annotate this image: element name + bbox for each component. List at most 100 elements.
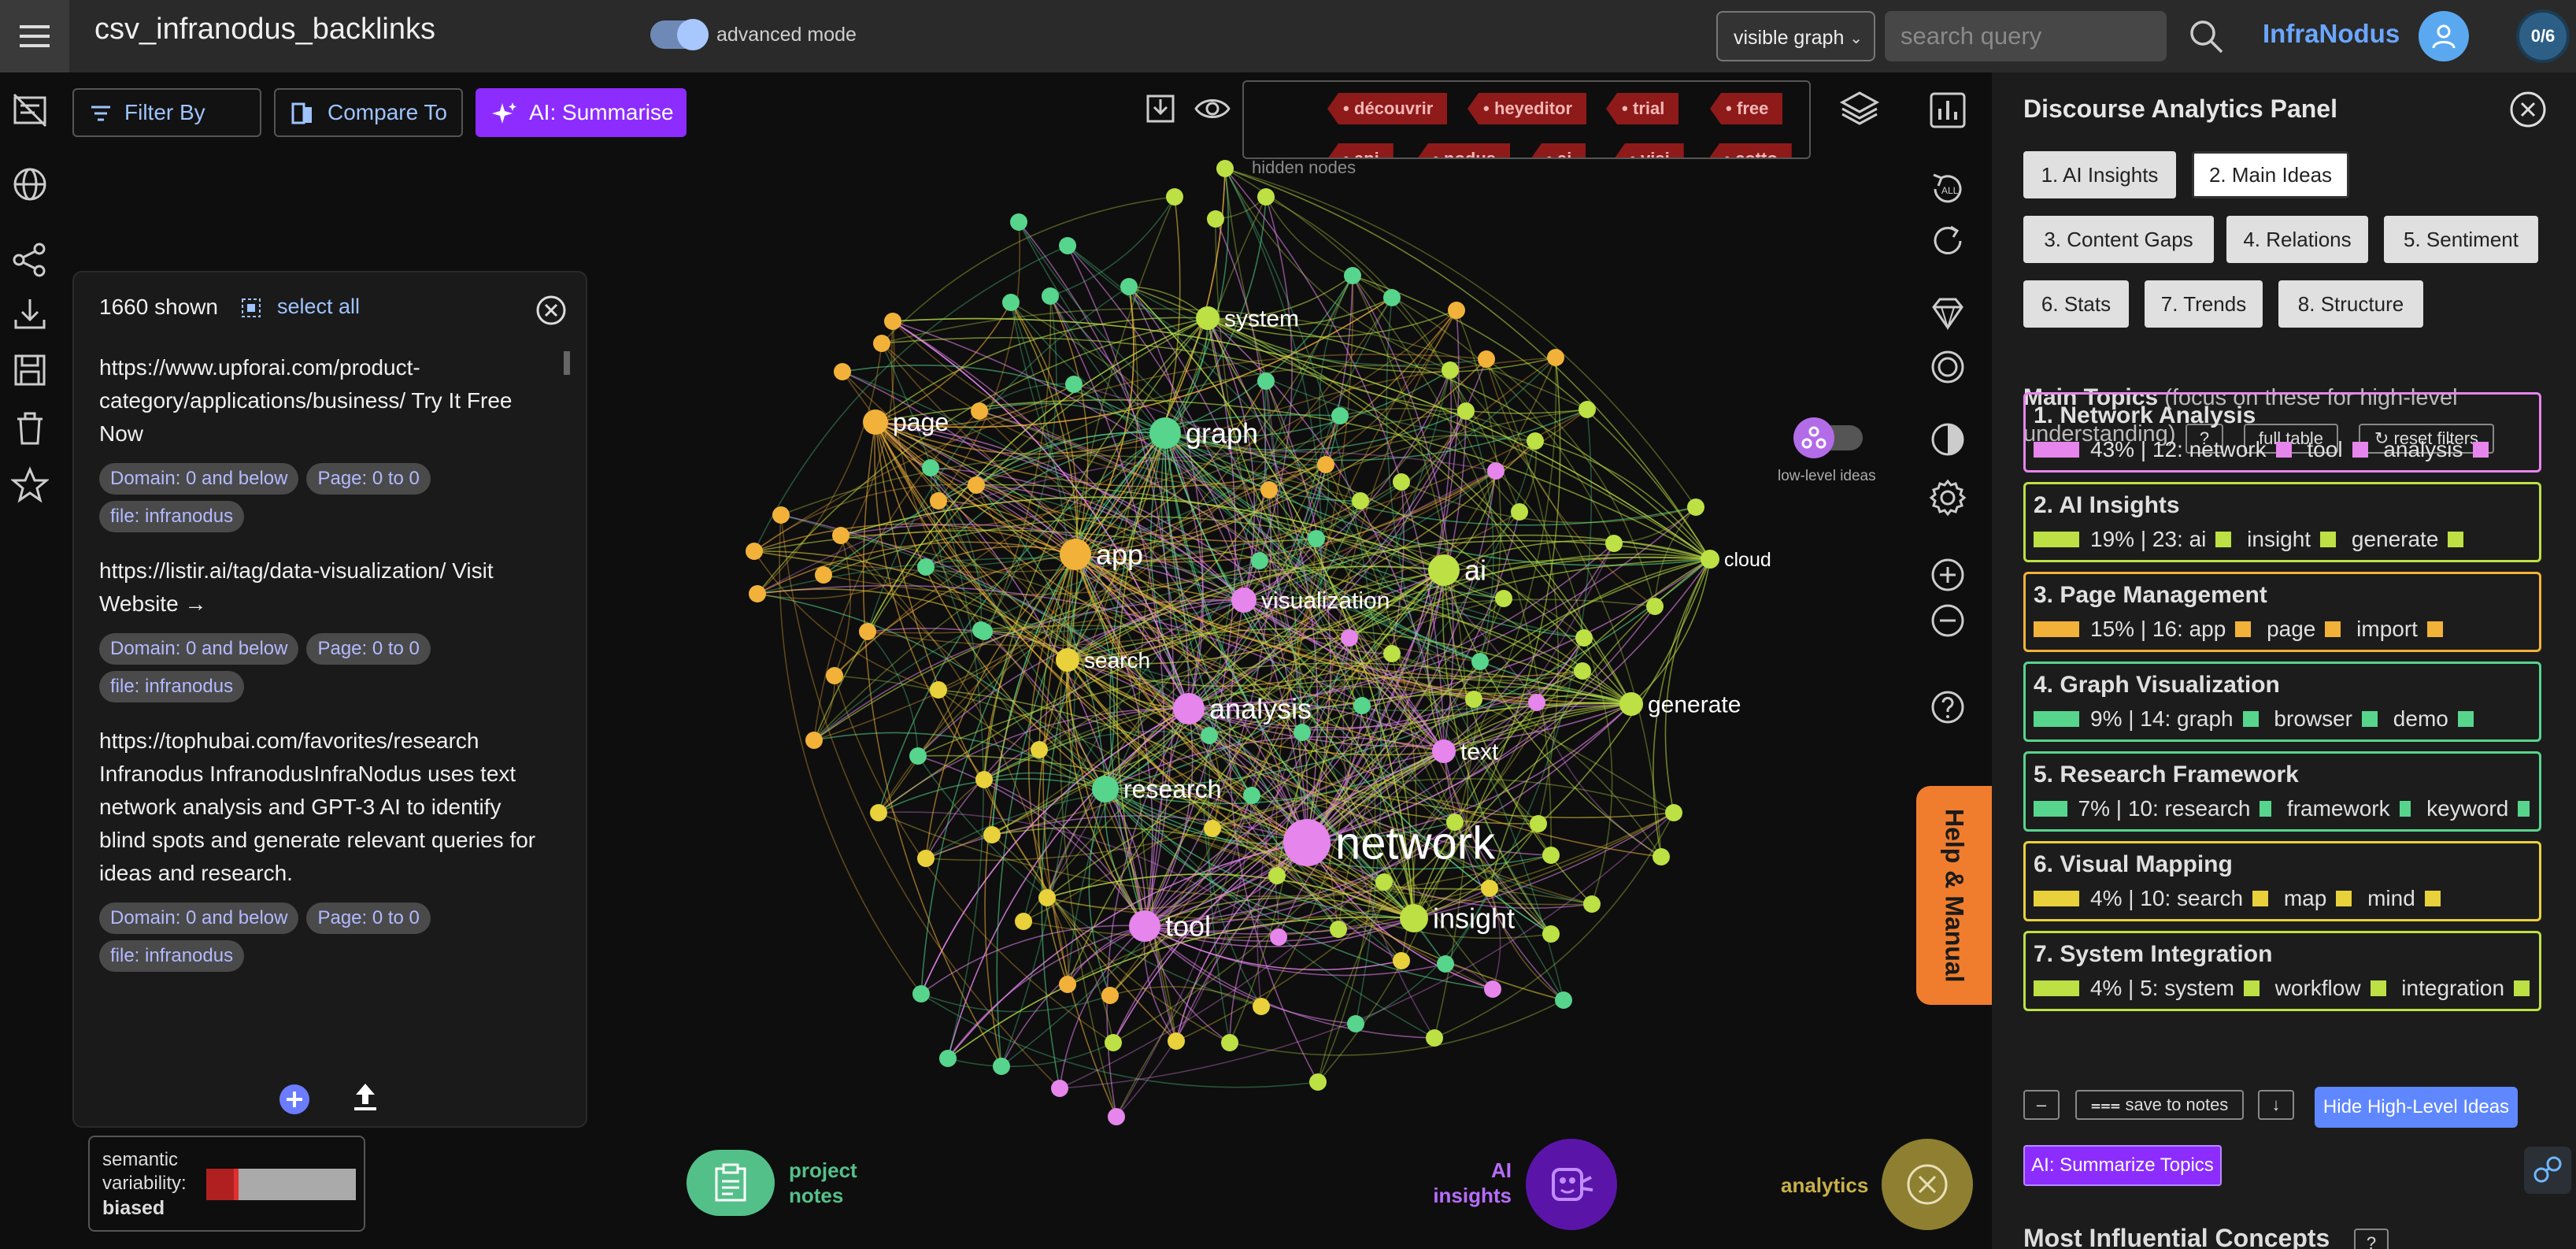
graph-node[interactable]: [912, 985, 930, 1003]
graph-node[interactable]: [1253, 998, 1270, 1015]
tab-trends[interactable]: 7. Trends: [2145, 280, 2263, 328]
topic-word[interactable]: demo: [2393, 706, 2448, 732]
graph-node[interactable]: [1168, 1032, 1185, 1050]
graph-node[interactable]: [1528, 694, 1545, 711]
hidden-node-tag[interactable]: trial: [1606, 93, 1679, 124]
graph-node[interactable]: [1393, 473, 1410, 491]
tab-sentiment[interactable]: 5. Sentiment: [2384, 216, 2538, 263]
hidden-node-tag[interactable]: cotto: [1708, 143, 1792, 158]
tab-main-ideas[interactable]: 2. Main Ideas: [2192, 151, 2349, 198]
topic-item[interactable]: 1. Network Analysis 43% | 12: network too…: [2023, 392, 2541, 473]
graph-node[interactable]: [930, 492, 947, 510]
graph-node[interactable]: [1257, 188, 1275, 206]
graph-node[interactable]: [1260, 481, 1278, 498]
ai-insights-label[interactable]: AI insights: [1401, 1158, 1512, 1208]
graph-node-research[interactable]: [1092, 776, 1119, 802]
graph-label-graph[interactable]: graph: [1186, 417, 1258, 450]
graph-node[interactable]: [1352, 492, 1369, 510]
globe-icon[interactable]: [11, 165, 49, 203]
tab-content-gaps[interactable]: 3. Content Gaps: [2023, 216, 2214, 263]
tab-stats[interactable]: 6. Stats: [2023, 280, 2129, 328]
page-chip[interactable]: Page: 0 to 0: [306, 633, 431, 665]
add-icon[interactable]: [277, 1082, 312, 1117]
graph-node[interactable]: [749, 585, 766, 602]
collapse-button[interactable]: –: [2023, 1090, 2060, 1120]
graph-node[interactable]: [1344, 267, 1361, 284]
hidden-node-tag[interactable]: ai: [1530, 143, 1586, 158]
graph-node[interactable]: [975, 771, 993, 788]
graph-node[interactable]: [1059, 976, 1076, 993]
graph-node[interactable]: [1270, 928, 1287, 946]
graph-label-analysis[interactable]: analysis: [1209, 693, 1312, 725]
diamond-icon[interactable]: [1927, 293, 1968, 334]
graph-node[interactable]: [1108, 1108, 1125, 1125]
graph-node[interactable]: [1481, 880, 1498, 897]
graph-node[interactable]: [1216, 160, 1234, 177]
hidden-node-tag[interactable]: découvrir: [1327, 93, 1448, 124]
graph-node[interactable]: [930, 681, 947, 699]
graph-label-ai[interactable]: ai: [1464, 554, 1486, 587]
graph-node[interactable]: [1038, 889, 1056, 906]
topic-item[interactable]: 6. Visual Mapping 4% | 10: search map min…: [2023, 841, 2541, 921]
graph-node[interactable]: [1437, 955, 1454, 973]
graph-node[interactable]: [834, 363, 851, 380]
topic-item[interactable]: 7. System Integration 4% | 5: system work…: [2023, 931, 2541, 1011]
hidden-node-tag[interactable]: api: [1327, 143, 1393, 158]
low-level-ideas-toggle[interactable]: [1793, 417, 1867, 458]
graph-node-app[interactable]: [1060, 539, 1091, 570]
graph-node[interactable]: [1353, 697, 1371, 714]
graph-node-search[interactable]: [1056, 648, 1079, 672]
topic-word[interactable]: ai: [2189, 527, 2207, 552]
analytics-label[interactable]: analytics: [1781, 1173, 1868, 1198]
graph-node[interactable]: [1375, 873, 1393, 891]
topic-word[interactable]: mind: [2367, 886, 2415, 911]
graph-node[interactable]: [1010, 213, 1027, 231]
graph-node[interactable]: [1426, 1029, 1443, 1047]
refresh-icon[interactable]: [1927, 221, 1968, 261]
filter-by-button[interactable]: Filter By: [72, 88, 261, 137]
graph-node[interactable]: [1446, 814, 1464, 831]
graph-node[interactable]: [968, 476, 985, 494]
graph-node[interactable]: [1330, 921, 1347, 938]
page-chip[interactable]: Page: 0 to 0: [306, 463, 431, 495]
zoom-out-icon[interactable]: [1927, 600, 1968, 641]
graph-node[interactable]: [971, 402, 988, 420]
topic-item[interactable]: 5. Research Framework 7% | 10: research f…: [2023, 751, 2541, 832]
help-manual-label[interactable]: Help & Manual: [1916, 786, 1992, 1005]
hide-text-icon[interactable]: [11, 91, 49, 129]
list-item[interactable]: https://tophubai.com/favorites/research …: [99, 725, 561, 972]
graph-node[interactable]: [1309, 1073, 1327, 1091]
layers-icon[interactable]: [1839, 88, 1880, 129]
close-icon[interactable]: [2508, 90, 2548, 129]
topic-word[interactable]: app: [2189, 617, 2226, 642]
graph-node[interactable]: [1065, 376, 1083, 393]
graph-node[interactable]: [1207, 210, 1224, 228]
graph-node[interactable]: [1042, 287, 1059, 305]
graph-node[interactable]: [1317, 456, 1334, 473]
graph-node[interactable]: [983, 826, 1001, 843]
ai-summarise-button[interactable]: AI: Summarise: [476, 88, 687, 137]
trash-icon[interactable]: [11, 410, 49, 447]
topic-word[interactable]: import: [2356, 617, 2418, 642]
ai-insights-button[interactable]: [1526, 1139, 1617, 1230]
graph-label-visualization[interactable]: visualization: [1261, 588, 1390, 614]
graph-node[interactable]: [1495, 590, 1512, 607]
graph-node[interactable]: [1605, 535, 1623, 552]
topic-word[interactable]: insight: [2247, 527, 2311, 552]
graph-label-tool[interactable]: tool: [1165, 910, 1211, 943]
graph-node[interactable]: [1120, 278, 1138, 295]
graph-settings-icon[interactable]: [2524, 1147, 2571, 1194]
graph-node[interactable]: [1471, 653, 1489, 670]
semantic-variability-box[interactable]: semantic variability: biased: [88, 1136, 365, 1232]
graph-node-tool[interactable]: [1129, 910, 1160, 942]
topic-word[interactable]: workflow: [2275, 976, 2361, 1001]
graph-node-visualization[interactable]: [1231, 587, 1257, 613]
settings-gear-icon[interactable]: [1927, 477, 1968, 518]
topic-item[interactable]: 2. AI Insights 19% | 23: ai insight gener…: [2023, 482, 2541, 562]
graph-node-ai[interactable]: [1428, 554, 1460, 586]
graph-node[interactable]: [826, 667, 843, 684]
graph-node[interactable]: [1542, 925, 1560, 943]
contrast-icon[interactable]: [1927, 419, 1968, 460]
file-chip[interactable]: file: infranodus: [99, 940, 245, 972]
graph-node[interactable]: [922, 459, 939, 476]
